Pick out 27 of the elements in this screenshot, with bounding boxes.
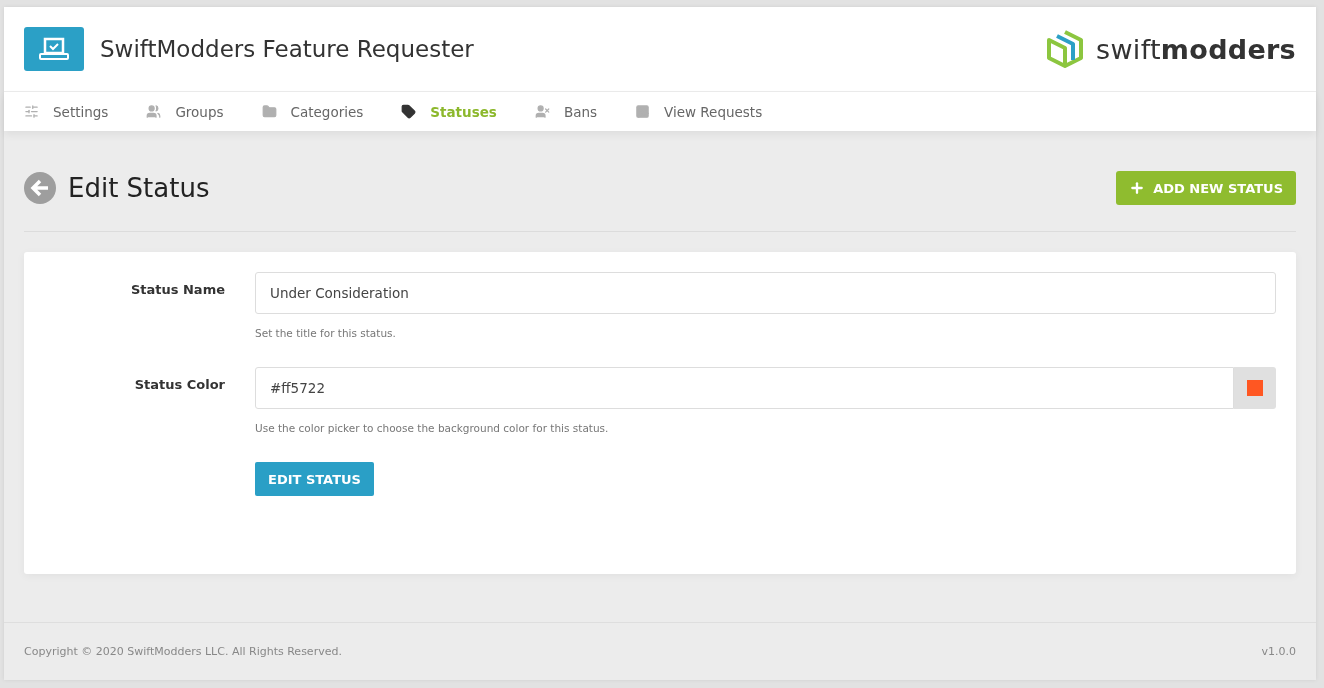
help-text: Use the color picker to choose the background color for this status.	[255, 422, 610, 434]
nav-tab[interactable]: Bans	[534, 103, 597, 120]
input-field[interactable]: Under Consideration	[255, 272, 1276, 314]
cube-logo-icon	[1046, 29, 1085, 69]
color-picker-button[interactable]	[1234, 367, 1276, 409]
nav-tab[interactable]: Categories	[261, 103, 364, 120]
nav-tab[interactable]: View Requests	[635, 103, 763, 120]
nav-tab[interactable]: Settings	[24, 103, 109, 120]
color-swatch	[1247, 380, 1263, 396]
help-text: Set the title for this status.	[255, 327, 397, 339]
users-icon	[146, 104, 162, 119]
sliders-icon	[24, 104, 39, 119]
tag-icon	[401, 104, 417, 119]
copyright-text: Copyright © 2020 SwiftModders LLC. All Rights Reserved.	[24, 645, 342, 658]
brand-wordmark: swiftmodders	[1096, 33, 1296, 65]
user-x-icon	[534, 104, 550, 119]
field-label: Status Name	[129, 281, 225, 299]
app-title: SwiftModders Feature Requester	[100, 36, 475, 62]
nav-tab[interactable]: Groups	[146, 103, 224, 120]
field-label: Status Color	[133, 376, 225, 394]
color-input-field[interactable]: #ff5722	[255, 367, 1234, 409]
page-title: Edit Status	[68, 173, 211, 203]
edit-status-button[interactable]: EDIT STATUS	[255, 462, 374, 496]
folder-icon	[261, 104, 277, 119]
version-text: v1.0.0	[1261, 645, 1296, 658]
laptop-check-icon	[39, 37, 69, 61]
plus-icon	[1129, 180, 1146, 196]
